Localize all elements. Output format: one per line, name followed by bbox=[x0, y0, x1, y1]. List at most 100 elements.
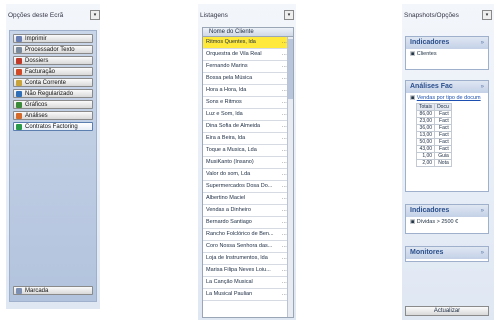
charts-button[interactable]: Gráficos bbox=[13, 100, 93, 109]
list-item[interactable]: Valor do som, Lda… bbox=[203, 169, 293, 181]
analyses-section-header[interactable]: Análises Fac» bbox=[406, 81, 488, 93]
list-item[interactable]: Eira a Beira, lda… bbox=[203, 133, 293, 145]
document-icon bbox=[16, 47, 22, 53]
list-scrollbar[interactable] bbox=[287, 37, 293, 317]
list-item[interactable]: Rancho Folclórico de Ben...… bbox=[203, 229, 293, 241]
printer-icon bbox=[16, 36, 22, 42]
table-cell: 86,00 bbox=[415, 110, 436, 118]
table-cell: 43,00 bbox=[415, 145, 436, 153]
list-item[interactable]: Albertino Maciel… bbox=[203, 193, 293, 205]
list-item-label: Marisa Filipa Neves Loiu... bbox=[206, 267, 271, 273]
screen-options-panel: Opções deste Ecrã ▾ Imprimir Processador… bbox=[6, 4, 100, 309]
list-item-label: Vendas a Dinheiro bbox=[206, 207, 251, 213]
analysis-link[interactable]: ▣ Vendas por tipo de docum bbox=[406, 93, 488, 103]
list-item[interactable]: Luz e Som, lda… bbox=[203, 109, 293, 121]
monitors-section-header[interactable]: Monitores» bbox=[406, 247, 488, 259]
indicators-section: Indicadores» ▣ Clientes bbox=[405, 36, 489, 70]
contract-icon bbox=[16, 124, 22, 130]
list-item-label: Albertino Maciel bbox=[206, 195, 246, 201]
listings-panel: Listagens ▾ Nome do Cliente Ritmos Quent… bbox=[198, 4, 296, 320]
list-item-label: Dina Sofia de Almeida bbox=[206, 123, 261, 129]
list-item-label: Loja de Instrumentos, lda bbox=[206, 255, 268, 261]
collapse-icon[interactable]: » bbox=[481, 247, 484, 259]
list-item-label: Ritmos Quentes, lda bbox=[206, 39, 256, 45]
snapshots-title: Snapshots/Opções bbox=[404, 12, 459, 19]
list-item-label: Rancho Folclórico de Ben... bbox=[206, 231, 274, 237]
table-cell: Fact bbox=[434, 117, 452, 125]
chevron-down-icon[interactable]: ▾ bbox=[482, 10, 492, 20]
chevron-down-icon[interactable]: ▾ bbox=[284, 10, 294, 20]
current-account-button[interactable]: Conta Corrente bbox=[13, 78, 93, 87]
chevron-down-icon[interactable]: ▾ bbox=[90, 10, 100, 20]
table-row[interactable]: 36,00 Fact bbox=[415, 124, 452, 132]
table-row[interactable]: 43,00 Fact bbox=[415, 145, 452, 153]
marked-button[interactable]: Marcada bbox=[13, 286, 93, 295]
list-item[interactable]: Ritmos Quentes, lda… bbox=[203, 37, 293, 49]
list-item[interactable]: La Canção Musical… bbox=[203, 277, 293, 289]
list-item-label: Bernardo Santiago bbox=[206, 219, 252, 225]
table-cell: 13,00 bbox=[415, 131, 436, 139]
list-item-label: La Musical Paulian bbox=[206, 291, 253, 297]
marked-icon bbox=[16, 288, 22, 294]
table-row[interactable]: 13,00 Fact bbox=[415, 131, 452, 139]
table-header: Docu bbox=[434, 103, 452, 111]
indicator-item[interactable]: ▣ Clientes bbox=[406, 49, 488, 59]
list-item[interactable]: Supermercados Dosa Do...… bbox=[203, 181, 293, 193]
analysis-table: Totais Docu 86,00 Fact 23,00 Fact 36,00 Fact 1… bbox=[415, 103, 452, 167]
unsettled-button[interactable]: Não Regularizado bbox=[13, 89, 93, 98]
table-row[interactable]: 23,00 Fact bbox=[415, 117, 452, 125]
analyses-button[interactable]: Análises bbox=[13, 111, 93, 120]
list-item[interactable]: Loja de Instrumentos, lda… bbox=[203, 253, 293, 265]
table-cell: Nota bbox=[434, 159, 452, 167]
list-item[interactable]: Bossa pela Música… bbox=[203, 73, 293, 85]
indicators-section-header[interactable]: Indicadores» bbox=[406, 37, 488, 49]
table-cell: 1,00 bbox=[415, 152, 436, 160]
refresh-button[interactable]: Actualizar bbox=[405, 306, 489, 316]
client-rows: Ritmos Quentes, lda… Orquestra de Vila Re… bbox=[203, 37, 293, 301]
table-row[interactable]: 86,00 Fact bbox=[415, 110, 452, 118]
print-button[interactable]: Imprimir bbox=[13, 34, 93, 43]
snapshots-header: Snapshots/Opções ▾ bbox=[402, 4, 494, 24]
list-item[interactable]: La Musical Paulian… bbox=[203, 289, 293, 301]
list-item[interactable]: Vendas a Dinheiro… bbox=[203, 205, 293, 217]
table-header: Totais bbox=[415, 103, 436, 111]
collapse-icon[interactable]: » bbox=[481, 205, 484, 217]
ledger-icon bbox=[16, 80, 22, 86]
list-item-label: Coro Nossa Senhora das... bbox=[206, 243, 273, 249]
list-item-label: Luz e Som, lda bbox=[206, 111, 243, 117]
analysis-icon bbox=[16, 113, 22, 119]
client-list: Nome do Cliente Ritmos Quentes, lda… Orqu… bbox=[202, 27, 294, 318]
collapse-icon[interactable]: » bbox=[481, 81, 484, 93]
factoring-contracts-button[interactable]: Contratos Factoring bbox=[13, 122, 93, 131]
indicators-debts-header[interactable]: Indicadores» bbox=[406, 205, 488, 217]
table-row[interactable]: 1,00 Guia bbox=[415, 152, 452, 160]
dossiers-button[interactable]: Dossiers bbox=[13, 56, 93, 65]
list-item[interactable]: Orquestra de Vila Real… bbox=[203, 49, 293, 61]
list-item[interactable]: Coro Nossa Senhora das...… bbox=[203, 241, 293, 253]
monitors-section: Monitores» bbox=[405, 246, 489, 262]
list-item-label: Fernando Marins bbox=[206, 63, 248, 69]
unsettled-icon bbox=[16, 91, 22, 97]
list-item[interactable]: Dina Sofia de Almeida… bbox=[203, 121, 293, 133]
list-item-label: Bossa pela Música bbox=[206, 75, 253, 81]
list-item[interactable]: Toque a Musica, Lda… bbox=[203, 145, 293, 157]
table-row[interactable]: 50,00 Fact bbox=[415, 138, 452, 146]
invoicing-button[interactable]: Facturação bbox=[13, 67, 93, 76]
folder-icon bbox=[16, 58, 22, 64]
list-item[interactable]: MusiKanto (Insano)… bbox=[203, 157, 293, 169]
list-item[interactable]: Hora a Hora, lda… bbox=[203, 85, 293, 97]
indicator-item[interactable]: ▣ Dívidas > 2500 € bbox=[406, 217, 488, 227]
analyses-section: Análises Fac» ▣ Vendas por tipo de docum… bbox=[405, 80, 489, 192]
listings-title: Listagens bbox=[200, 12, 228, 19]
list-item[interactable]: Sons e Ritmos… bbox=[203, 97, 293, 109]
collapse-icon[interactable]: » bbox=[481, 37, 484, 49]
scrollbar-thumb[interactable] bbox=[288, 39, 293, 99]
list-item[interactable]: Marisa Filipa Neves Loiu...… bbox=[203, 265, 293, 277]
list-item[interactable]: Fernando Marins… bbox=[203, 61, 293, 73]
text-processor-button[interactable]: Processador Texto bbox=[13, 45, 93, 54]
list-item-label: Orquestra de Vila Real bbox=[206, 51, 262, 57]
table-cell: 2,00 bbox=[415, 159, 436, 167]
list-item[interactable]: Bernardo Santiago… bbox=[203, 217, 293, 229]
table-row[interactable]: 2,00 Nota bbox=[415, 159, 452, 167]
client-name-column-header[interactable]: Nome do Cliente bbox=[203, 28, 293, 37]
